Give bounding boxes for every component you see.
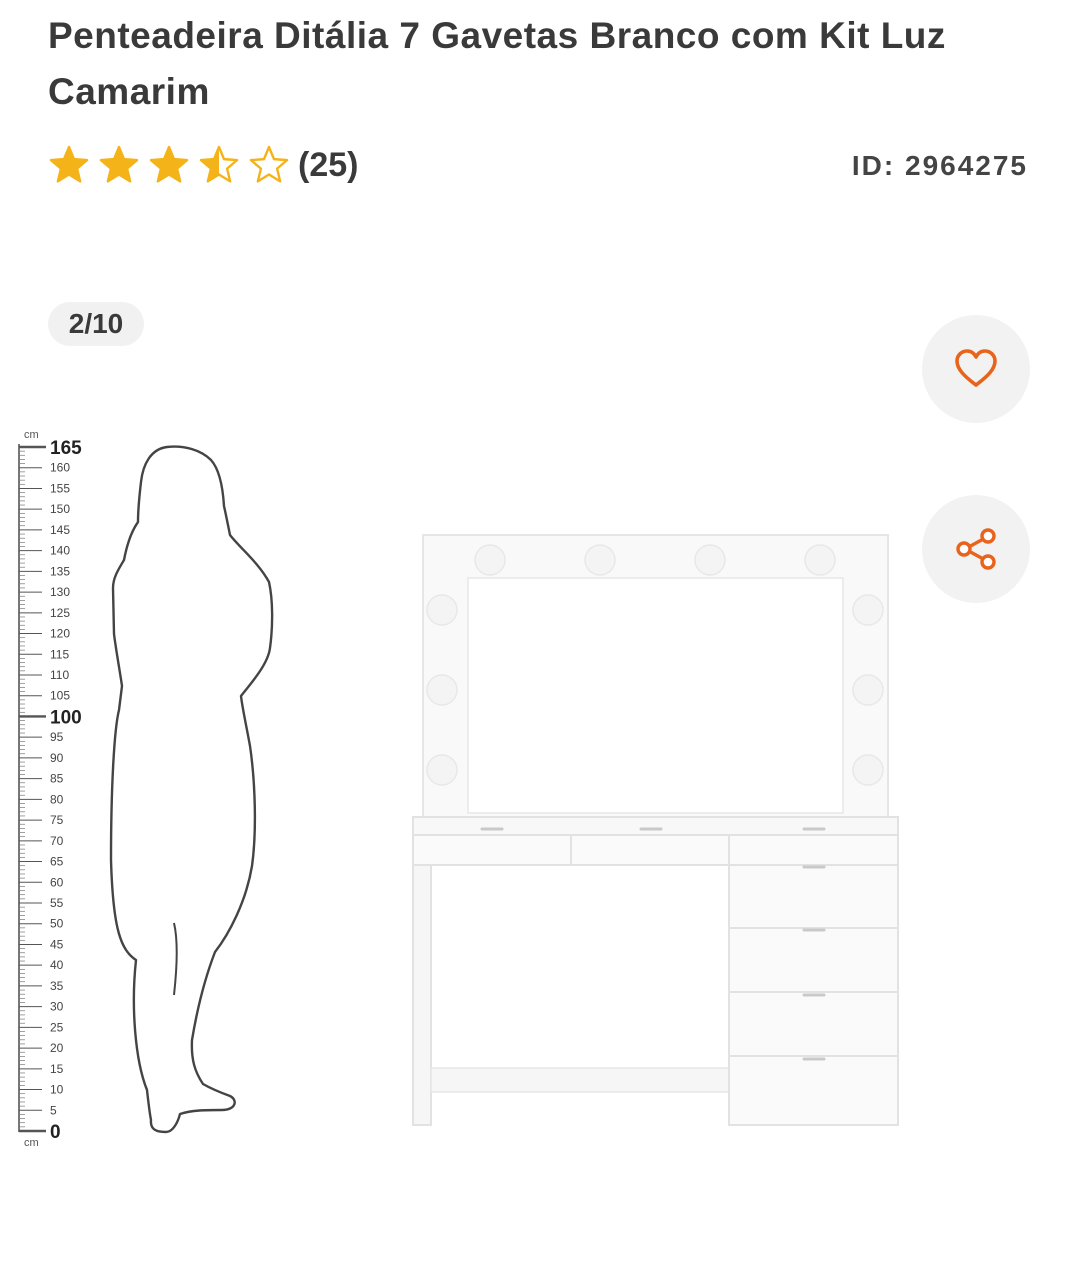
scale-label: 120 [50,627,70,641]
scale-label: 80 [50,792,64,806]
scale-label: 35 [50,979,64,993]
image-pager: 2/10 [48,302,144,346]
scale-label: 60 [50,875,64,889]
scale-label: 105 [50,689,70,703]
product-id: ID: 2964275 [851,150,1028,181]
scale-label: 5 [50,1103,57,1117]
scale-label: 70 [50,834,64,848]
heart-icon [955,349,997,387]
share-icon [956,528,996,570]
scale-label: 20 [50,1041,64,1055]
star-full-icon [149,145,189,183]
scale-label: 130 [50,585,70,599]
scale-label: 135 [50,564,70,578]
rating-row: (25) ID: 2964275 [48,140,1028,190]
scale-label: 25 [50,1020,64,1034]
star-rating[interactable] [48,144,290,186]
scale-label: 75 [50,813,64,827]
star-full-icon [99,145,139,183]
scale-major-label: 100 [50,707,82,728]
scale-label: 90 [50,751,64,765]
scale-label: 10 [50,1083,64,1097]
scale-major-label: 165 [50,438,82,459]
person-silhouette [109,445,274,1134]
scale-label: 15 [50,1062,64,1076]
height-scale: cm cm 1601551501451401351301251201151101… [18,429,82,1149]
scale-label: 145 [50,523,70,537]
review-count[interactable]: (25) [298,144,358,186]
scale-label: 55 [50,896,64,910]
scale-label: 50 [50,917,64,931]
scale-label: 115 [50,647,69,661]
scale-label: 40 [50,958,64,972]
scale-unit-bottom: cm [24,1137,39,1149]
product-title: Penteadeira Ditália 7 Gavetas Branco com… [48,15,946,112]
star-half-icon [199,145,239,183]
scale-label: 85 [50,772,64,786]
scale-major-label: 0 [50,1122,61,1143]
product-image[interactable]: cm cm 1601551501451401351301251201151101… [10,420,910,1160]
scale-label: 45 [50,937,64,951]
scale-label: 150 [50,502,70,516]
scale-label: 160 [50,461,70,475]
star-full-icon [49,145,89,183]
vanity-illustration [412,534,899,1126]
scale-label: 140 [50,544,70,558]
scale-label: 110 [50,668,69,682]
scale-label: 65 [50,855,64,869]
favorite-button[interactable] [922,315,1030,423]
scale-label: 125 [50,606,70,620]
scale-unit-top: cm [24,429,39,441]
scale-label: 95 [50,730,64,744]
scale-label: 155 [50,481,70,495]
scale-label: 30 [50,1000,64,1014]
share-button[interactable] [922,495,1030,603]
star-empty-icon [249,145,289,183]
